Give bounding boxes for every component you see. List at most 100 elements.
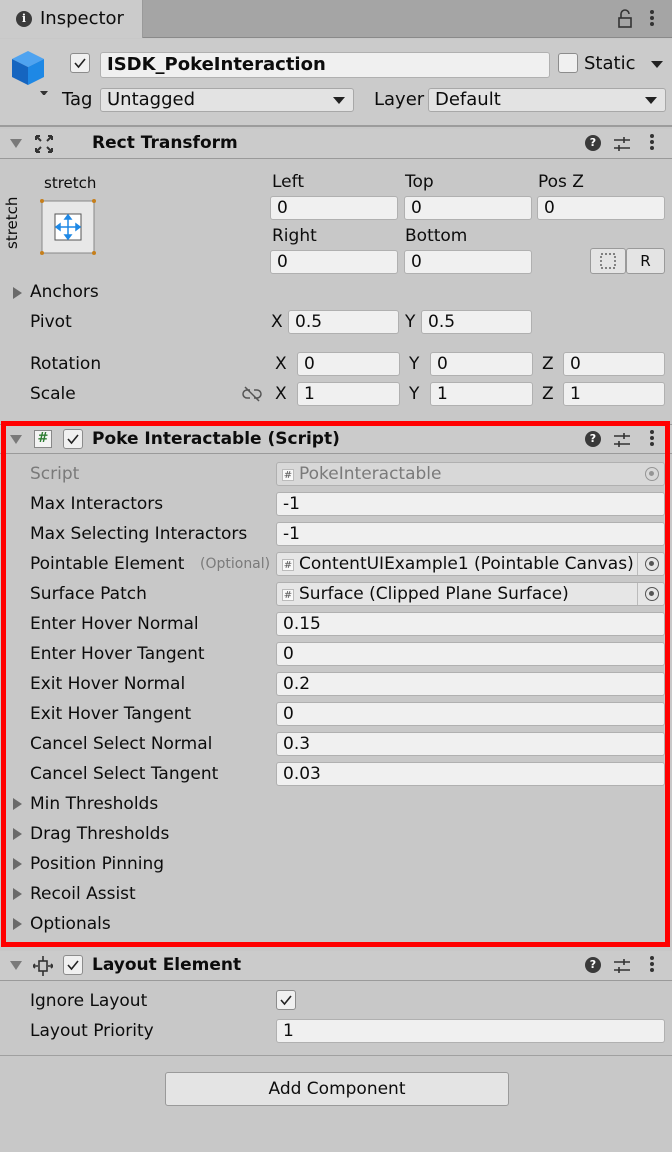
pointable-element-field[interactable]: # ContentUIExample1 (Pointable Canvas) [276,552,665,576]
cancel-select-normal-field[interactable]: 0.3 [276,732,665,756]
raw-edit-button[interactable]: R [626,248,665,274]
surface-patch-field[interactable]: # Surface (Clipped Plane Surface) [276,582,665,606]
inspector-tab[interactable]: i Inspector [0,0,143,38]
layer-value: Default [435,89,501,110]
layout-element-header[interactable]: Layout Element ? [0,951,672,981]
tab-bar: i Inspector [0,0,672,38]
static-checkbox[interactable] [558,53,578,73]
add-component-button[interactable]: Add Component [165,1072,509,1106]
foldout-arrow-icon[interactable] [13,287,22,299]
foldout-arrow-icon[interactable] [10,961,22,970]
posz-field[interactable]: 0 [537,196,665,220]
gameobject-cube-icon[interactable] [10,49,48,96]
chevron-down-icon [333,97,345,104]
divider [637,583,638,605]
lock-icon[interactable] [617,9,633,29]
exit-hover-normal-label: Exit Hover Normal [30,674,186,694]
max-selecting-field[interactable]: -1 [276,522,665,546]
min-thresholds-foldout[interactable]: Min Thresholds [30,794,158,814]
presets-icon[interactable] [613,431,631,449]
rotation-z-field[interactable]: 0 [563,352,665,376]
layout-priority-field[interactable]: 1 [276,1019,665,1043]
chevron-down-icon [645,97,657,104]
exit-hover-tangent-field[interactable]: 0 [276,702,665,726]
right-field[interactable]: 0 [270,250,398,274]
divider [0,1055,672,1056]
presets-icon[interactable] [613,957,631,975]
enter-hover-tangent-label: Enter Hover Tangent [30,644,205,664]
ignore-layout-checkbox[interactable] [276,990,296,1010]
script-value: PokeInteractable [299,464,442,484]
max-selecting-label: Max Selecting Interactors [30,524,248,544]
optionals-foldout[interactable]: Optionals [30,914,111,934]
recoil-assist-foldout[interactable]: Recoil Assist [30,884,136,904]
layer-label: Layer [374,89,425,110]
anchors-foldout[interactable]: Anchors [30,282,99,302]
poke-enabled-checkbox[interactable] [63,429,83,449]
ignore-layout-label: Ignore Layout [30,991,148,1011]
help-icon[interactable]: ? [585,431,601,447]
help-icon[interactable]: ? [585,135,601,151]
object-picker-icon[interactable] [645,587,659,601]
component-title: Poke Interactable (Script) [92,429,340,449]
enter-hover-tangent-field[interactable]: 0 [276,642,665,666]
foldout-arrow-icon[interactable] [13,828,22,840]
anchor-presets-button[interactable] [40,199,96,255]
drag-thresholds-foldout[interactable]: Drag Thresholds [30,824,169,844]
tag-dropdown[interactable]: Untagged [100,88,354,112]
foldout-arrow-icon[interactable] [10,139,22,148]
static-dropdown-icon[interactable] [651,61,663,68]
blueprint-mode-button[interactable] [590,248,626,274]
help-icon[interactable]: ? [585,957,601,973]
object-picker-icon [645,467,659,481]
constrain-proportions-icon[interactable] [242,386,262,407]
pointable-element-value: ContentUIExample1 (Pointable Canvas) [299,554,634,574]
scale-y-field[interactable]: 1 [430,382,533,406]
foldout-arrow-icon[interactable] [10,435,22,444]
kebab-menu-icon[interactable] [648,132,656,154]
left-field[interactable]: 0 [270,196,398,220]
top-field[interactable]: 0 [404,196,532,220]
divider [637,553,638,575]
bottom-field[interactable]: 0 [404,250,532,274]
pivot-y-field[interactable]: 0.5 [421,310,532,334]
foldout-arrow-icon[interactable] [13,798,22,810]
layer-dropdown[interactable]: Default [428,88,666,112]
max-interactors-field[interactable]: -1 [276,492,665,516]
script-hash-icon: # [34,430,52,448]
tag-value: Untagged [107,89,196,110]
surface-patch-label: Surface Patch [30,584,147,604]
scale-x-field[interactable]: 1 [297,382,400,406]
script-field: # PokeInteractable [276,462,665,486]
foldout-arrow-icon[interactable] [13,918,22,930]
active-checkbox[interactable] [70,53,90,73]
poke-interactable-header[interactable]: # Poke Interactable (Script) ? [0,424,672,454]
object-picker-icon[interactable] [645,557,659,571]
static-label: Static [584,53,636,74]
rotation-x-field[interactable]: 0 [297,352,400,376]
pivot-x-field[interactable]: 0.5 [288,310,399,334]
position-pinning-foldout[interactable]: Position Pinning [30,854,164,874]
object-header: ISDK_PokeInteraction Static Tag Untagged… [0,39,672,127]
kebab-menu-icon[interactable] [648,954,656,976]
presets-icon[interactable] [613,135,631,153]
kebab-menu-icon[interactable] [648,8,656,30]
exit-hover-normal-field[interactable]: 0.2 [276,672,665,696]
scale-y-axis: Y [409,384,420,404]
enter-hover-normal-field[interactable]: 0.15 [276,612,665,636]
kebab-menu-icon[interactable] [648,428,656,450]
scale-z-axis: Z [542,384,554,404]
rotation-y-field[interactable]: 0 [430,352,533,376]
rect-transform-header[interactable]: Rect Transform ? [0,129,672,159]
rotation-y-axis: Y [409,354,420,374]
foldout-arrow-icon[interactable] [13,888,22,900]
left-label: Left [272,172,304,192]
rotation-x-axis: X [275,354,287,374]
surface-patch-value: Surface (Clipped Plane Surface) [299,584,569,604]
layout-enabled-checkbox[interactable] [63,955,83,975]
rotation-label: Rotation [30,354,102,374]
object-name-field[interactable]: ISDK_PokeInteraction [100,52,550,78]
foldout-arrow-icon[interactable] [13,858,22,870]
scale-z-field[interactable]: 1 [563,382,665,406]
cancel-select-tangent-field[interactable]: 0.03 [276,762,665,786]
